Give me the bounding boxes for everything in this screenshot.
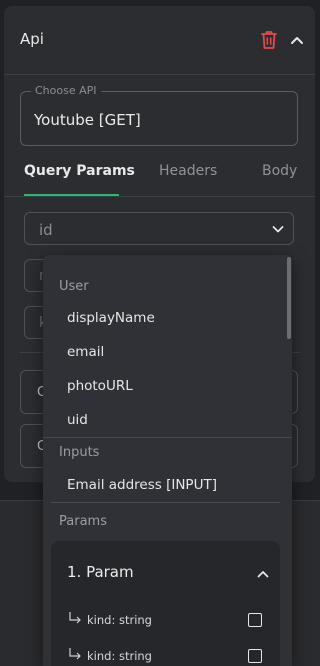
app-root: Api Choose API Youtube [GET] Query Param… — [0, 0, 320, 666]
chevron-up-icon[interactable] — [257, 569, 269, 579]
trash-icon[interactable] — [260, 30, 278, 50]
param-select-value: id — [39, 221, 53, 239]
option-displayname[interactable]: displayName — [67, 310, 155, 326]
param-row-checkbox[interactable] — [248, 649, 262, 663]
choose-api-label: Choose API — [31, 84, 101, 97]
option-uid[interactable]: uid — [67, 412, 88, 428]
tab-headers[interactable]: Headers — [159, 163, 217, 179]
choose-api-value: Youtube [GET] — [34, 111, 141, 129]
param-select[interactable]: id — [24, 212, 294, 245]
group-label-user: User — [59, 279, 89, 294]
panel-title: Api — [20, 30, 44, 48]
param-row-label: kind: string — [87, 613, 152, 627]
param-row-label: kind: string — [87, 649, 152, 663]
param-card-title: 1. Param — [67, 563, 134, 581]
active-tab-indicator — [24, 194, 119, 196]
tab-bar: Query Params Headers Body — [4, 151, 315, 197]
option-email[interactable]: email — [67, 344, 104, 360]
option-email-address-input[interactable]: Email address [INPUT] — [67, 477, 217, 493]
dropdown-separator — [43, 437, 292, 438]
param-dropdown-menu[interactable]: User displayName email photoURL uid Inpu… — [43, 255, 292, 666]
chevron-up-icon[interactable] — [290, 34, 304, 46]
param-row-checkbox[interactable] — [248, 613, 262, 627]
chevron-down-icon — [272, 226, 284, 233]
dropdown-separator — [51, 502, 280, 503]
choose-api-field[interactable]: Choose API Youtube [GET] — [20, 84, 298, 146]
tab-query-params[interactable]: Query Params — [24, 163, 135, 179]
subdirectory-arrow-icon — [69, 612, 81, 624]
param-card: 1. Param kind: string kind: string — [51, 541, 280, 666]
panel-header[interactable]: Api — [4, 6, 315, 75]
dropdown-scrollbar[interactable] — [287, 257, 291, 339]
tab-body[interactable]: Body — [262, 163, 297, 179]
subdirectory-arrow-icon — [69, 648, 81, 660]
group-label-inputs: Inputs — [59, 445, 100, 460]
group-label-params: Params — [59, 514, 107, 529]
option-photourl[interactable]: photoURL — [67, 378, 133, 394]
